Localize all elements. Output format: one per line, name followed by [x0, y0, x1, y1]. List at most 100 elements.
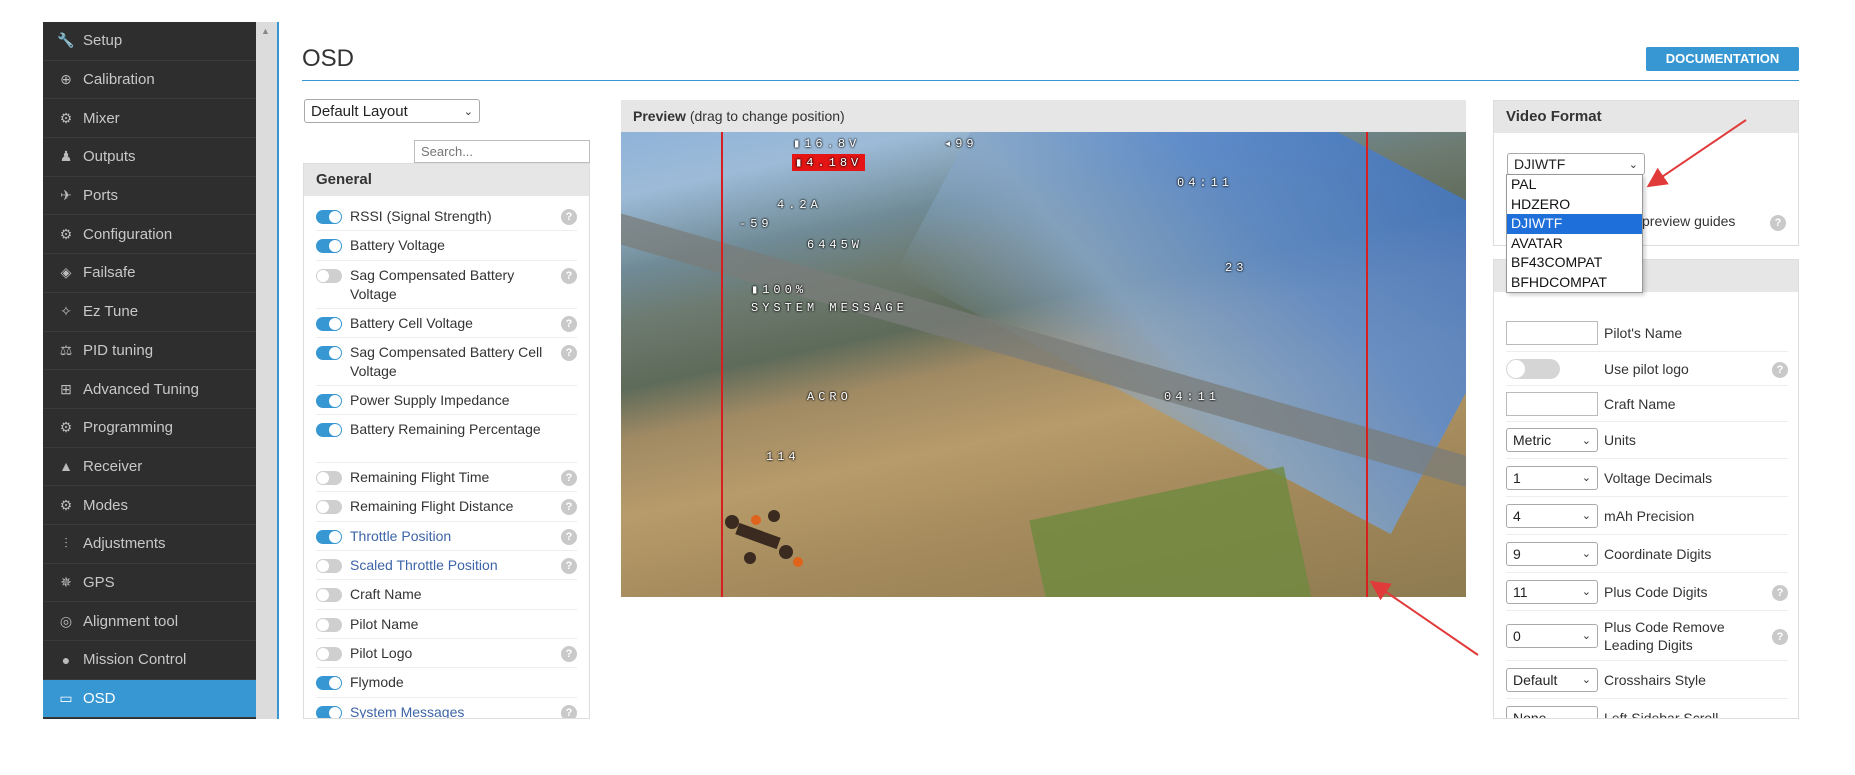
help-icon[interactable]: ?: [1772, 584, 1788, 601]
craft-name-input[interactable]: [1506, 391, 1598, 416]
osd-option-toggle[interactable]: [316, 617, 342, 632]
pilot-name-label: Pilot's Name: [1604, 324, 1683, 341]
help-icon[interactable]: ?: [561, 315, 577, 332]
sidebar-item-outputs[interactable]: ♟ Outputs: [43, 138, 256, 177]
osd-on-time[interactable]: 04:11: [1164, 390, 1220, 404]
osd-option-toggle[interactable]: [316, 316, 342, 331]
help-icon[interactable]: ?: [561, 645, 577, 662]
plus-code-digits-select[interactable]: 11 ⌄: [1506, 579, 1598, 604]
use-pilot-logo-label: Use pilot logo: [1604, 360, 1689, 377]
osd-flight-time[interactable]: 04:11: [1177, 176, 1233, 190]
layout-select[interactable]: Default Layout ⌄: [304, 99, 480, 123]
osd-settings-panel: Pilot's Name Use pilot logo ? Craft Name…: [1493, 259, 1799, 719]
sidebar-item-ports[interactable]: ✈ Ports: [43, 177, 256, 216]
osd-option-toggle[interactable]: [316, 676, 342, 691]
left-sidebar-scroll-select[interactable]: None ⌄: [1506, 706, 1598, 718]
osd-option-toggle[interactable]: [316, 500, 342, 515]
osd-option-toggle[interactable]: [316, 559, 342, 574]
osd-cell-voltage[interactable]: ▮4.18V: [792, 154, 866, 171]
video-format-option[interactable]: PAL: [1507, 175, 1642, 195]
help-icon[interactable]: ?: [561, 528, 577, 545]
video-format-dropdown[interactable]: PAL HDZERO DJIWTF AVATAR BF43COMPAT BFHDCOMPA…: [1506, 174, 1643, 293]
coordinate-digits-select[interactable]: 9 ⌄: [1506, 541, 1598, 566]
video-format-option[interactable]: DJIWTF: [1507, 214, 1642, 234]
sidebar-item-modes[interactable]: ⚙ Modes: [43, 486, 256, 525]
sidebar-item-calibration[interactable]: ⊕ Calibration: [43, 61, 256, 100]
sidebar-item-label: PID tuning: [83, 341, 154, 359]
osd-rssi[interactable]: ◂99: [944, 136, 978, 151]
sidebar-item-mission-control[interactable]: ● Mission Control: [43, 641, 256, 680]
osd-option-label: Remaining Flight Time: [350, 469, 490, 486]
osd-option-toggle[interactable]: [316, 529, 342, 544]
sidebar-item-ez-tune[interactable]: ✧ Ez Tune: [43, 293, 256, 332]
plus-code-remove-select[interactable]: 0 ⌄: [1506, 623, 1598, 648]
video-format-value: DJIWTF: [1514, 156, 1566, 172]
help-icon[interactable]: ?: [561, 470, 577, 487]
right-preview-guide-line: [1366, 132, 1368, 597]
osd-option-toggle[interactable]: [316, 588, 342, 603]
osd-option-toggle[interactable]: [316, 646, 342, 661]
crosshairs-style-select[interactable]: Default ⌄: [1506, 667, 1598, 692]
osd-battery-voltage[interactable]: ▮16.8V: [793, 136, 860, 151]
osd-option-toggle[interactable]: [316, 239, 342, 254]
video-format-option[interactable]: BF43COMPAT: [1507, 253, 1642, 273]
use-pilot-logo-toggle[interactable]: [1506, 358, 1560, 379]
search-input[interactable]: [414, 140, 590, 163]
sidebar-item-advanced-tuning[interactable]: ⊞ Advanced Tuning: [43, 370, 256, 409]
osd-altitude[interactable]: 23: [1225, 261, 1247, 275]
osd-option-toggle[interactable]: [316, 393, 342, 408]
chevron-down-icon: ⌄: [1581, 434, 1591, 447]
sidebar-item-alignment-tool[interactable]: ◎ Alignment tool: [43, 602, 256, 641]
scroll-up-arrow-icon[interactable]: ▲: [261, 26, 270, 36]
help-icon[interactable]: ?: [1770, 215, 1786, 231]
help-icon[interactable]: ?: [561, 558, 577, 575]
sidebar-item-adjustments[interactable]: ⫶ Adjustments: [43, 525, 256, 564]
sidebar-item-mixer[interactable]: ⚙ Mixer: [43, 99, 256, 139]
osd-option-toggle[interactable]: [316, 210, 342, 224]
sidebar-item-setup[interactable]: 🔧 Setup: [43, 22, 256, 61]
osd-option-toggle[interactable]: [316, 345, 342, 360]
units-select[interactable]: Metric ⌄: [1506, 428, 1598, 452]
video-format-select[interactable]: DJIWTF ⌄: [1507, 153, 1645, 175]
osd-preview-canvas[interactable]: ▮16.8V ◂99 ▮4.18V 4.2A -59 6445W 04:11 2…: [621, 132, 1466, 597]
sidebar-item-osd[interactable]: ▭ OSD: [43, 679, 256, 719]
osd-option-toggle[interactable]: [316, 705, 342, 718]
sidebar-item-label: Outputs: [83, 148, 136, 166]
voltage-decimals-select[interactable]: 1 ⌄: [1506, 465, 1598, 490]
osd-option-toggle[interactable]: [316, 423, 342, 438]
osd-mah-drawn[interactable]: -59: [739, 217, 773, 231]
mah-precision-select[interactable]: 4 ⌄: [1506, 503, 1598, 528]
video-format-option[interactable]: HDZERO: [1507, 195, 1642, 215]
preview-grass: [1029, 466, 1313, 597]
help-icon[interactable]: ?: [561, 267, 577, 284]
help-icon[interactable]: ?: [1772, 628, 1788, 645]
sidebar-item-failsafe[interactable]: ◈ Failsafe: [43, 254, 256, 293]
osd-speed[interactable]: 114: [766, 450, 800, 464]
osd-current-draw[interactable]: 4.2A: [777, 198, 822, 212]
osd-option-toggle[interactable]: [316, 268, 342, 283]
help-icon[interactable]: ?: [561, 209, 577, 225]
osd-battery-percentage[interactable]: ▮100%: [751, 282, 807, 297]
help-icon[interactable]: ?: [561, 344, 577, 361]
video-format-option[interactable]: AVATAR: [1507, 234, 1642, 254]
osd-option-label: Sag Compensated Battery Voltage: [350, 266, 515, 302]
sidebar-item-programming[interactable]: ⚙ Programming: [43, 409, 256, 448]
sidebar-item-configuration[interactable]: ⚙ Configuration: [43, 215, 256, 255]
osd-option-toggle[interactable]: [316, 471, 342, 486]
sidebar-item-pid-tuning[interactable]: ⚖ PID tuning: [43, 332, 256, 371]
crosshairs-style-row: Default ⌄ Crosshairs Style: [1506, 661, 1788, 699]
pilot-name-input[interactable]: [1506, 320, 1598, 345]
help-icon[interactable]: ?: [561, 499, 577, 516]
sidebar-item-gps[interactable]: ✵ GPS: [43, 564, 256, 603]
documentation-button[interactable]: DOCUMENTATION: [1646, 47, 1799, 71]
osd-option-row: Sag Compensated Battery Voltage?: [316, 261, 577, 309]
osd-system-message[interactable]: SYSTEM MESSAGE: [751, 301, 908, 315]
help-icon[interactable]: ?: [1772, 361, 1788, 378]
sidebar-item-receiver[interactable]: ▲ Receiver: [43, 448, 256, 487]
osd-power[interactable]: 6445W: [807, 238, 863, 252]
sidebar-item-label: OSD: [83, 690, 116, 708]
sidebar-scrollbar[interactable]: ▲: [256, 22, 277, 719]
video-format-option[interactable]: BFHDCOMPAT: [1507, 273, 1642, 293]
help-icon[interactable]: ?: [561, 704, 577, 718]
osd-flymode[interactable]: ACRO: [807, 390, 852, 404]
